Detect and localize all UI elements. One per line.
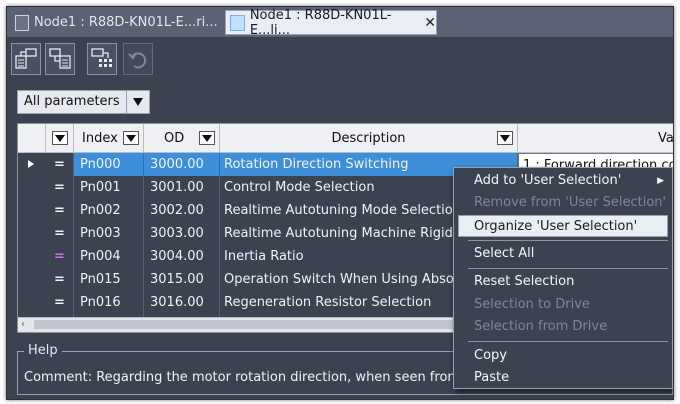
cell-index: Pn000 <box>74 153 144 176</box>
tab-node1-ri[interactable]: Node1 : R88D-KN01L-E...ri... <box>11 10 223 35</box>
row-indicator <box>18 199 46 222</box>
filter-dropdown-icon[interactable] <box>497 131 513 145</box>
menu-item-selection-to-drive[interactable]: Selection to Drive <box>454 294 672 316</box>
cell-od: 3004.00 <box>144 245 220 268</box>
chevron-down-icon[interactable] <box>126 90 150 114</box>
header-value-label: Val <box>658 130 674 146</box>
help-legend: Help <box>24 343 62 358</box>
export-parameters-button[interactable] <box>45 43 75 75</box>
document-icon <box>230 14 245 31</box>
menu-separator <box>468 268 668 269</box>
submenu-arrow-icon: ▶ <box>657 176 664 186</box>
parameter-filter-dropdown[interactable]: All parameters <box>17 90 150 114</box>
cell-marker: = <box>46 176 74 199</box>
undo-icon <box>128 52 147 69</box>
menu-item-select-all[interactable]: Select All <box>454 243 672 265</box>
context-menu: Add to 'User Selection' ▶ Remove from 'U… <box>453 167 673 389</box>
header-description[interactable]: Description <box>220 124 518 152</box>
row-indicator <box>18 176 46 199</box>
menu-separator <box>468 240 668 241</box>
cell-index: Pn004 <box>74 245 144 268</box>
cell-marker: = <box>46 199 74 222</box>
cell-marker: = <box>46 291 74 314</box>
cell-od: 3003.00 <box>144 222 220 245</box>
cell-marker: = <box>46 222 74 245</box>
row-indicator <box>18 268 46 291</box>
tab-bar: Node1 : R88D-KN01L-E...ri... Node1 : R88… <box>7 7 673 38</box>
compare-parameters-icon <box>91 48 112 67</box>
menu-separator <box>468 341 668 342</box>
menu-item-remove-from-user-selection[interactable]: Remove from 'User Selection' <box>454 192 672 214</box>
menu-item-add-to-user-selection[interactable]: Add to 'User Selection' ▶ <box>454 170 672 192</box>
cell-od: 3016.00 <box>144 291 220 314</box>
header-row-indicator <box>18 124 46 152</box>
menu-item-selection-from-drive[interactable]: Selection from Drive <box>454 316 672 338</box>
help-comment: Comment: Regarding the motor rotation di… <box>24 370 492 385</box>
cell-od: 3000.00 <box>144 153 220 176</box>
compare-parameters-button[interactable] <box>87 43 117 75</box>
close-tab-icon[interactable]: ✕ <box>424 15 436 31</box>
menu-item-label: Add to 'User Selection' <box>474 173 622 188</box>
cell-marker: = <box>46 268 74 291</box>
cell-marker: = <box>46 153 74 176</box>
header-index[interactable]: Index <box>74 124 144 152</box>
cell-index: Pn001 <box>74 176 144 199</box>
cell-index: Pn016 <box>74 291 144 314</box>
filter-selected-value: All parameters <box>17 90 127 114</box>
filter-dropdown-icon[interactable] <box>199 131 215 145</box>
row-indicator <box>18 245 46 268</box>
menu-item-paste[interactable]: Paste <box>454 367 672 389</box>
grid-header: Index OD Description Val <box>18 124 674 153</box>
scroll-left-icon[interactable]: ‹ <box>21 319 25 330</box>
filter-dropdown-icon[interactable] <box>51 131 68 145</box>
export-parameters-icon <box>49 48 71 69</box>
cell-od: 3001.00 <box>144 176 220 199</box>
header-od-label: OD <box>164 130 185 146</box>
tab-label: Node1 : R88D-KN01L-E...ri... <box>34 15 218 30</box>
cell-marker: = <box>46 245 74 268</box>
undo-button[interactable] <box>123 43 153 75</box>
current-row-arrow-icon <box>28 160 34 168</box>
cell-index: Pn002 <box>74 199 144 222</box>
cell-od: 3002.00 <box>144 199 220 222</box>
header-index-label: Index <box>82 130 118 146</box>
scrollbar-thumb[interactable] <box>34 320 454 329</box>
document-icon <box>15 14 29 31</box>
cell-index: Pn015 <box>74 268 144 291</box>
row-indicator <box>18 153 46 176</box>
tab-node1-li[interactable]: Node1 : R88D-KN01L-E...li... ✕ <box>225 7 437 38</box>
header-marker-filter[interactable] <box>46 124 74 152</box>
import-parameters-button[interactable] <box>11 43 41 75</box>
tab-label: Node1 : R88D-KN01L-E...li... <box>249 7 392 38</box>
toolbar <box>7 37 673 87</box>
cell-od: 3015.00 <box>144 268 220 291</box>
header-description-label: Description <box>331 130 406 146</box>
menu-item-organize-user-selection[interactable]: Organize 'User Selection' <box>458 215 668 237</box>
menu-item-copy[interactable]: Copy <box>454 345 672 367</box>
filter-dropdown-icon[interactable] <box>123 131 139 145</box>
menu-item-reset-selection[interactable]: Reset Selection <box>454 271 672 293</box>
header-value[interactable]: Val <box>518 124 674 152</box>
row-indicator <box>18 222 46 245</box>
import-parameters-icon <box>15 48 37 69</box>
header-od[interactable]: OD <box>144 124 220 152</box>
parameter-editor-window: Node1 : R88D-KN01L-E...ri... Node1 : R88… <box>6 6 674 400</box>
row-indicator <box>18 291 46 314</box>
cell-index: Pn003 <box>74 222 144 245</box>
